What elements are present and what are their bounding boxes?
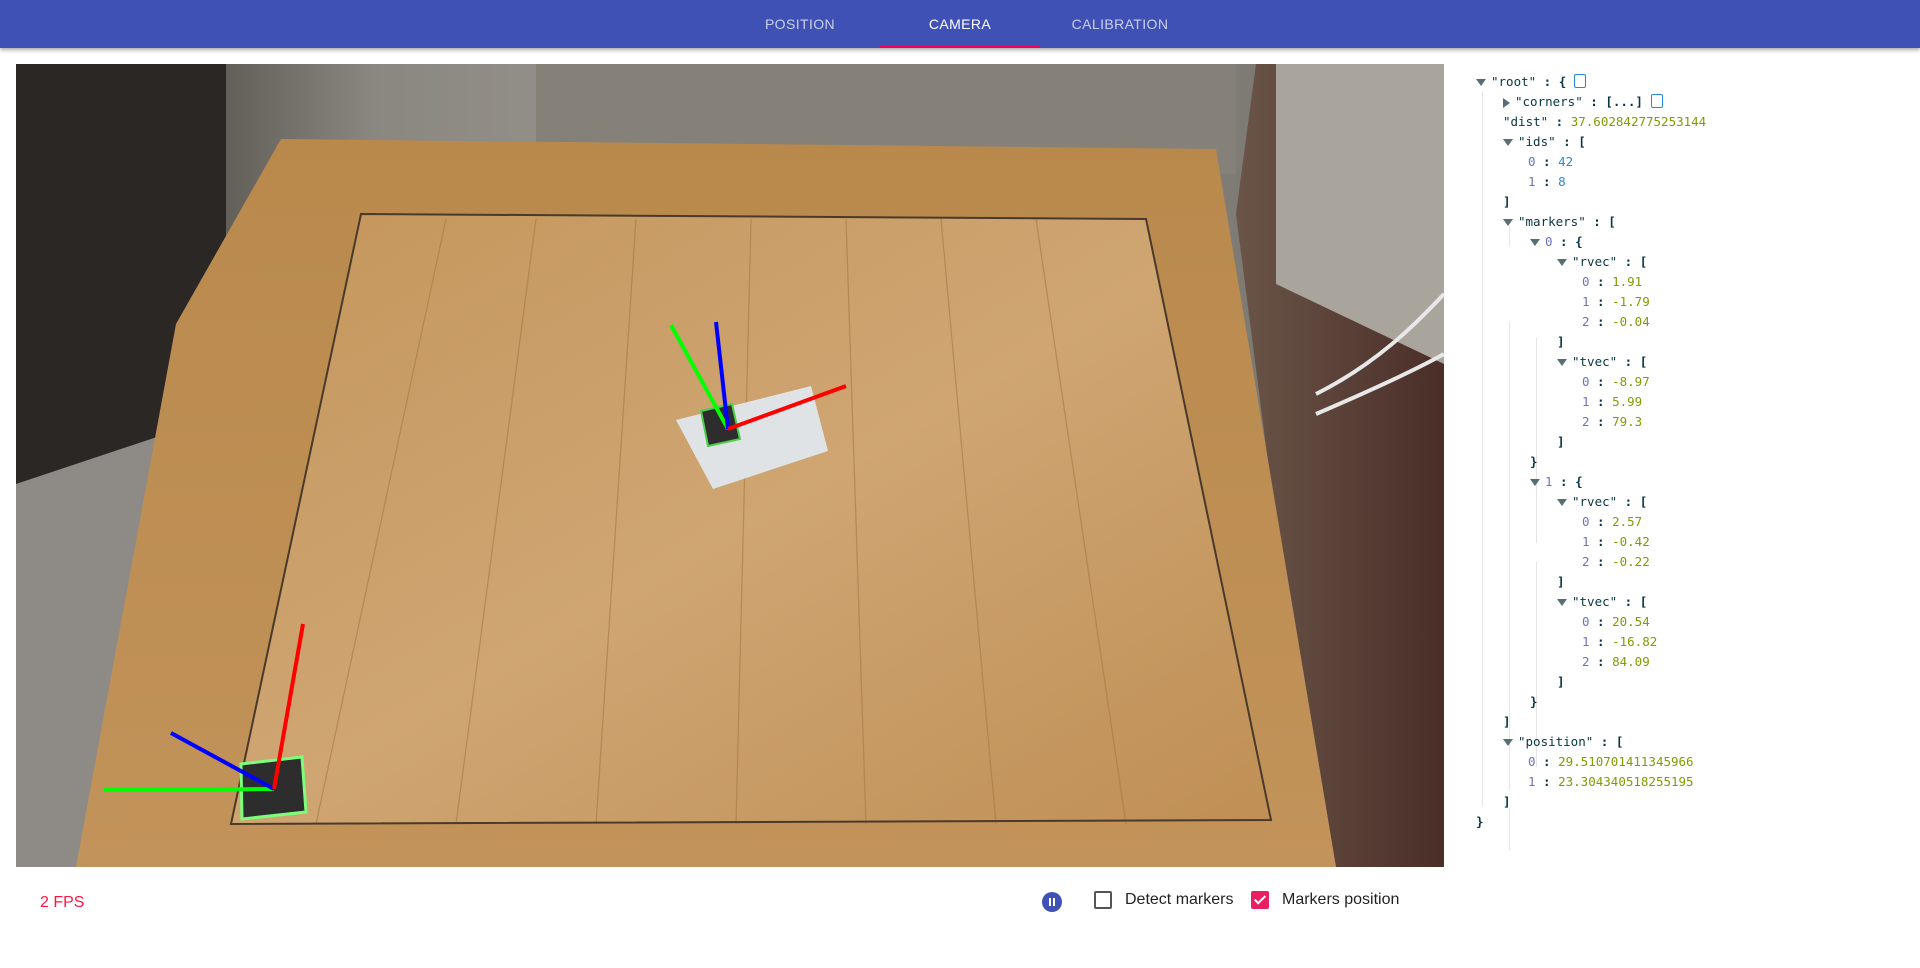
json-close-bracket: ]	[1503, 194, 1511, 209]
json-close-bracket: ]	[1557, 674, 1565, 689]
collapse-triangle-icon[interactable]	[1503, 219, 1513, 226]
json-value-item: 0 : 29.510701411345966	[1528, 754, 1694, 769]
json-ids-item: 0 : 42	[1528, 154, 1574, 169]
collapse-triangle-icon[interactable]	[1557, 259, 1567, 266]
collapse-triangle-icon[interactable]	[1503, 739, 1513, 746]
json-value-item: 2 : -0.04	[1582, 314, 1650, 329]
json-value-item: 0 : 1.91	[1582, 274, 1643, 289]
camera-frame-image	[16, 64, 1444, 867]
json-close-bracket: ]	[1557, 334, 1565, 349]
markers-position-checkbox[interactable]: Markers position	[1251, 891, 1399, 909]
top-app-bar: POSITION CAMERA CALIBRATION	[0, 0, 1920, 48]
json-markers-row[interactable]: "markers" : [	[1476, 212, 1906, 232]
detect-markers-label: Detect markers	[1125, 891, 1234, 908]
json-close-bracket: ]	[1503, 714, 1511, 729]
json-value-item: 2 : 79.3	[1582, 414, 1643, 429]
tab-camera[interactable]: CAMERA	[880, 0, 1040, 48]
collapse-triangle-icon[interactable]	[1503, 139, 1513, 146]
json-marker-0-row[interactable]: 0 : {	[1476, 232, 1906, 252]
json-rvec-row[interactable]: "rvec" : [	[1476, 492, 1906, 512]
copy-icon[interactable]	[1650, 94, 1663, 108]
json-tvec-row[interactable]: "tvec" : [	[1476, 352, 1906, 372]
json-value-item: 1 : 5.99	[1582, 394, 1643, 409]
json-close-bracket: ]	[1557, 574, 1565, 589]
checkbox-icon[interactable]	[1094, 891, 1112, 909]
json-viewer: "root" : { "corners" : [...] "dist" : 37…	[1476, 72, 1906, 850]
tab-calibration[interactable]: CALIBRATION	[1040, 0, 1200, 48]
json-ids-row[interactable]: "ids" : [	[1476, 132, 1906, 152]
tab-position[interactable]: POSITION	[720, 0, 880, 48]
checkbox-checked-icon[interactable]	[1251, 891, 1269, 909]
camera-controls: 2 FPS Detect markers Markers position	[0, 880, 1440, 924]
tab-bar: POSITION CAMERA CALIBRATION	[720, 0, 1200, 48]
json-corners-row[interactable]: "corners" : [...]	[1476, 92, 1906, 112]
json-value-item: 0 : 20.54	[1582, 614, 1650, 629]
json-dist-row: "dist" : 37.602842775253144	[1503, 114, 1707, 129]
fps-counter: 2 FPS	[40, 894, 85, 911]
copy-icon[interactable]	[1574, 74, 1587, 88]
json-root-row[interactable]: "root" : {	[1476, 72, 1906, 92]
json-rvec-row[interactable]: "rvec" : [	[1476, 252, 1906, 272]
collapse-triangle-icon[interactable]	[1476, 79, 1486, 86]
pause-icon[interactable]	[1042, 892, 1062, 912]
collapse-triangle-icon[interactable]	[1530, 479, 1540, 486]
json-value-item: 0 : 2.57	[1582, 514, 1643, 529]
markers-position-label: Markers position	[1282, 891, 1400, 908]
json-value-item: 1 : 23.304340518255195	[1528, 774, 1694, 789]
json-close-brace: }	[1530, 694, 1538, 709]
collapse-triangle-icon[interactable]	[1557, 599, 1567, 606]
json-position-row[interactable]: "position" : [	[1476, 732, 1906, 752]
collapse-triangle-icon[interactable]	[1530, 239, 1540, 246]
collapse-triangle-icon[interactable]	[1557, 499, 1567, 506]
json-close-bracket: ]	[1557, 434, 1565, 449]
json-value-item: 0 : -8.97	[1582, 374, 1650, 389]
json-value-item: 2 : -0.22	[1582, 554, 1650, 569]
json-value-item: 1 : -1.79	[1582, 294, 1650, 309]
detect-markers-checkbox[interactable]: Detect markers	[1094, 891, 1233, 909]
expand-triangle-icon[interactable]	[1503, 97, 1510, 108]
json-close-brace: }	[1476, 814, 1484, 829]
json-value-item: 1 : -0.42	[1582, 534, 1650, 549]
json-marker-1-row[interactable]: 1 : {	[1476, 472, 1906, 492]
json-value-item: 1 : -16.82	[1582, 634, 1658, 649]
json-ids-item: 1 : 8	[1528, 174, 1566, 189]
json-value-item: 2 : 84.09	[1582, 654, 1650, 669]
json-close-brace: }	[1530, 454, 1538, 469]
json-tvec-row[interactable]: "tvec" : [	[1476, 592, 1906, 612]
collapse-triangle-icon[interactable]	[1557, 359, 1567, 366]
camera-feed	[16, 64, 1444, 867]
json-close-bracket: ]	[1503, 794, 1511, 809]
